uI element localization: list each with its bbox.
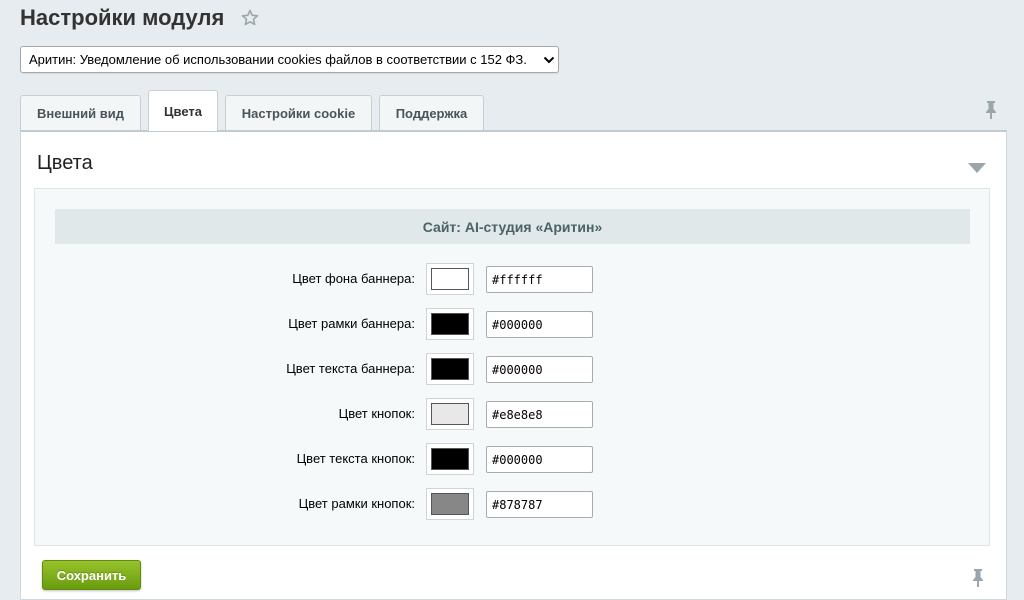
color-swatch[interactable] bbox=[426, 443, 474, 475]
tab-label: Цвета bbox=[164, 103, 202, 119]
tab-label: Поддержка bbox=[395, 105, 468, 121]
chevron-down-icon bbox=[540, 56, 558, 64]
tab-support[interactable]: Поддержка bbox=[379, 95, 484, 130]
tab-appearance[interactable]: Внешний вид bbox=[20, 95, 141, 130]
page-title-wrap: Настройки модуля bbox=[20, 5, 260, 31]
color-row-banner-bg: Цвет фона баннера: #ffffff bbox=[35, 263, 989, 308]
hex-input[interactable]: #000000 bbox=[486, 446, 593, 473]
hex-input[interactable]: #000000 bbox=[486, 311, 593, 338]
colors-box: Сайт: AI-студия «Аритин» Цвет фона банне… bbox=[34, 188, 990, 546]
swatch-fill bbox=[431, 313, 469, 335]
row-label: Цвет кнопок: bbox=[338, 406, 415, 421]
swatch-fill bbox=[431, 448, 469, 470]
color-row-banner-text: Цвет текста баннера: #000000 bbox=[35, 353, 989, 398]
color-rows: Цвет фона баннера: #ffffff Цвет рамки ба… bbox=[35, 263, 989, 533]
pin-icon[interactable] bbox=[971, 568, 985, 588]
swatch-fill bbox=[431, 403, 469, 425]
color-row-buttons: Цвет кнопок: #e8e8e8 bbox=[35, 398, 989, 443]
tab-colors[interactable]: Цвета bbox=[148, 90, 218, 131]
module-select[interactable]: Аритин: Уведомление об использовании coo… bbox=[20, 46, 559, 73]
row-label: Цвет рамки кнопок: bbox=[298, 496, 415, 511]
site-header: Сайт: AI-студия «Аритин» bbox=[55, 209, 970, 244]
color-swatch[interactable] bbox=[426, 488, 474, 520]
page-title: Настройки модуля bbox=[20, 5, 225, 30]
color-swatch[interactable] bbox=[426, 308, 474, 340]
row-label: Цвет рамки баннера: bbox=[288, 316, 415, 331]
row-label: Цвет фона баннера: bbox=[292, 271, 415, 286]
color-row-button-border: Цвет рамки кнопок: #878787 bbox=[35, 488, 989, 533]
tab-label: Настройки cookie bbox=[241, 105, 356, 121]
row-label: Цвет текста баннера: bbox=[286, 361, 415, 376]
star-icon[interactable] bbox=[240, 8, 260, 28]
settings-panel: Цвета Сайт: AI-студия «Аритин» Цвет фона… bbox=[20, 130, 1007, 600]
color-swatch[interactable] bbox=[426, 398, 474, 430]
swatch-fill bbox=[431, 358, 469, 380]
row-label: Цвет текста кнопок: bbox=[296, 451, 415, 466]
color-swatch[interactable] bbox=[426, 263, 474, 295]
module-select-value: Аритин: Уведомление об использовании coo… bbox=[29, 52, 527, 67]
hex-input[interactable]: #ffffff bbox=[486, 266, 593, 293]
swatch-fill bbox=[431, 268, 469, 290]
hex-input[interactable]: #e8e8e8 bbox=[486, 401, 593, 428]
collapse-triangle-icon[interactable] bbox=[968, 160, 986, 173]
tab-label: Внешний вид bbox=[37, 105, 124, 121]
tab-cookie-settings[interactable]: Настройки cookie bbox=[225, 95, 372, 130]
pin-icon[interactable] bbox=[984, 100, 998, 120]
hex-input[interactable]: #000000 bbox=[486, 356, 593, 383]
section-title: Цвета bbox=[37, 152, 93, 174]
color-row-banner-border: Цвет рамки баннера: #000000 bbox=[35, 308, 989, 353]
hex-input[interactable]: #878787 bbox=[486, 491, 593, 518]
save-button[interactable]: Сохранить bbox=[42, 560, 141, 590]
color-swatch[interactable] bbox=[426, 353, 474, 385]
swatch-fill bbox=[431, 493, 469, 515]
color-row-button-text: Цвет текста кнопок: #000000 bbox=[35, 443, 989, 488]
